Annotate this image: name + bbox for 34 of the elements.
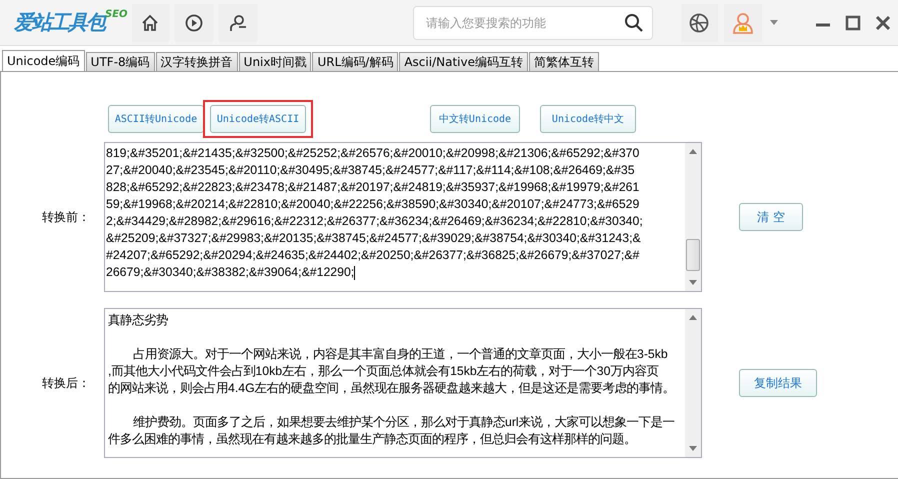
home-icon[interactable] [132,4,170,42]
scroll-down-icon[interactable] [689,446,697,451]
search-bar[interactable]: 请输入您要搜索的功能 [413,6,653,40]
field-label: 转换前： [41,208,91,226]
convert-button[interactable]: ASCII转Unicode [108,105,204,133]
tab[interactable]: URL编码/解码 [312,52,398,72]
user-icon[interactable] [219,4,258,42]
scrollbar[interactable] [685,143,701,291]
convert-button[interactable]: 中文转Unicode [430,105,520,133]
tab[interactable]: 简繁体互转 [528,52,599,72]
tab[interactable]: Ascii/Native编码互转 [399,52,528,72]
tab[interactable]: Unicode编码 [2,50,85,72]
scrollbar[interactable] [685,309,701,457]
avatar-icon[interactable] [724,4,762,42]
tab[interactable]: Unix时间戳 [238,52,312,72]
app-logo: 爱站工具包 [14,10,104,36]
scroll-up-icon[interactable] [689,315,697,320]
play-icon[interactable] [175,4,214,42]
tab[interactable]: 汉字转换拼音 [156,52,238,72]
convert-button[interactable]: Unicode转中文 [540,105,636,133]
scrollbar-thumb[interactable] [686,239,700,271]
convert-button[interactable]: Unicode转ASCII [210,105,306,133]
search-icon[interactable] [624,12,644,32]
scroll-down-icon[interactable] [689,280,697,285]
search-field[interactable]: 请输入您要搜索的功能 [424,14,624,30]
copy-result-button[interactable]: 复制结果 [739,369,817,397]
scroll-up-icon[interactable] [689,149,697,154]
clear-button[interactable]: 清 空 [739,203,803,231]
logo-seo-text: SEO [105,9,128,20]
caret-icon[interactable] [770,20,778,25]
tab[interactable]: UTF-8编码 [86,52,155,72]
field-label: 转换后： [41,374,91,392]
output-textarea[interactable]: 真静态劣势 占用资源大。对于一个网站来说，内容是其丰富自身的王道，一个普通的文章页面，大小一般在3-5kb ,而其他大小代码文件会占到10kb左右，那么一个页面总体就会有15kb左右的荷载，对于一个30万内容页 的网站来说，则会占用4.4G左右的硬盘空间，虽然现在服务器硬盘越来越大，但是这还是需要考虑的事情。 维护费劲。页面多了之后，如果想要去维护某个分区，那么对于真静态url来说，大家可以想象一下是一 件多么困难的事情，虽然现在有越来越多的批量生产静态页面的程序，但总归会有这样那样的问题。 [104,308,702,458]
input-textarea[interactable]: 819;&#35201;&#21435;&#32500;&#25252;&#26576;&#20010;&#20998;&#21306;&#65292;&#370 27;&#20040;&#23545;&#20110;&#30495;&#38745;&#24577;&#117;&#114;&#108;&#26469;&#35 828;&#65292;&#22823;&#23478;&#21487;&#20197;&#24819;&#35937;&#19968;&#19979;&#261 59;&#19968;&#20214;&#22810;&#20040;&#22256;&#38590;&#30340;&#20107;&#24773;&#6529 2;&#34429;&#28982;&#29616;&#22312;&#26377;&#36234;&#26469;&#36234;&#22810;&#30340; &#25209;&#37327;&#29983;&#20135;&#38745;&#24577;&#39029;&#38754;&#30340;&#31243;& #24207;&#65292;&#20294;&#24635;&#24402;&#20250;&#26377;&#36825;&#26679;&#37027;&# 26679;&#30340;&#38382;&#39064;&#12290; [104,142,702,292]
